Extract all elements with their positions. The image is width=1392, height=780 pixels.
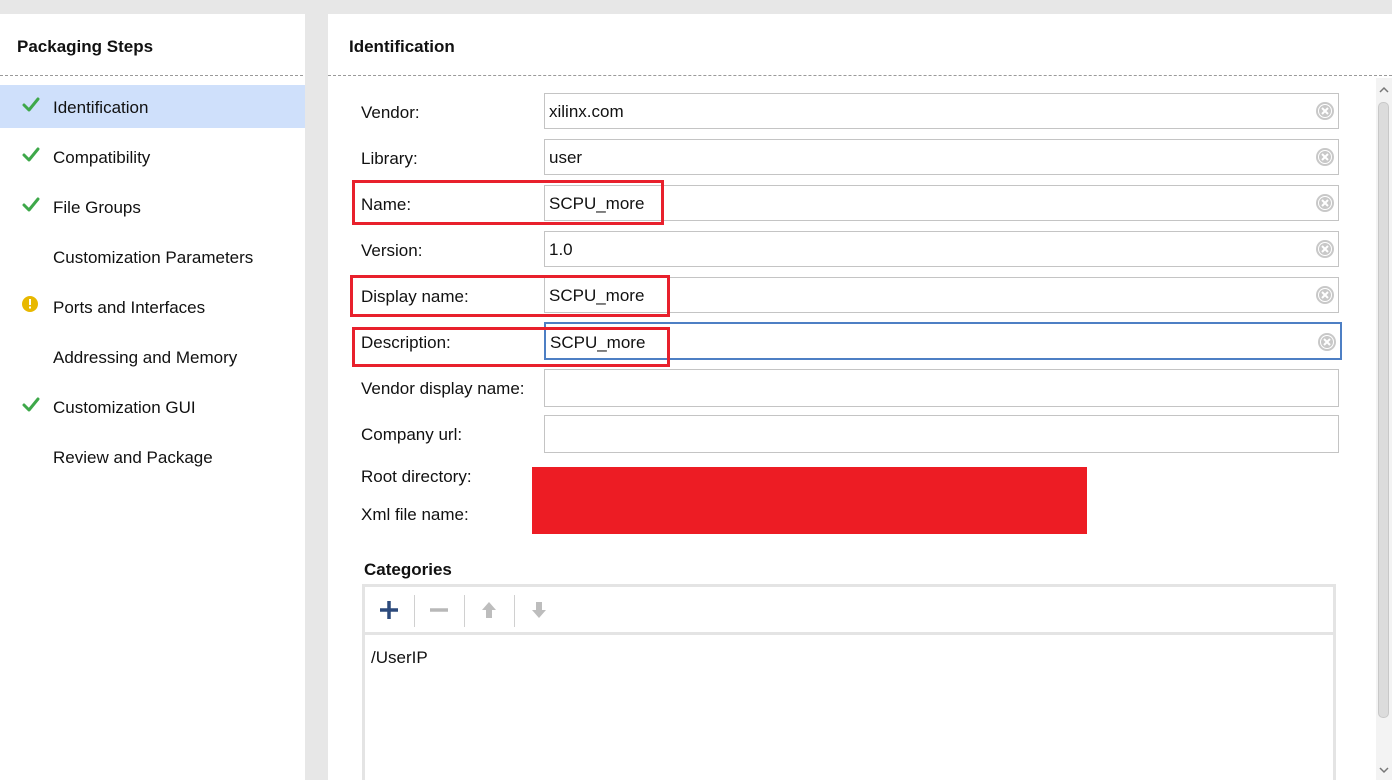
- company-url-field[interactable]: [544, 415, 1339, 453]
- check-icon: [22, 97, 40, 112]
- vendor-value: xilinx.com: [549, 102, 624, 121]
- version-label: Version:: [361, 241, 423, 260]
- step-label: Compatibility: [53, 148, 151, 167]
- root-directory-label: Root directory:: [361, 467, 472, 486]
- library-field[interactable]: user: [544, 139, 1339, 175]
- step-label: Ports and Interfaces: [53, 298, 206, 317]
- vendor-display-name-label: Vendor display name:: [361, 379, 525, 398]
- step-label: Customization Parameters: [53, 248, 254, 267]
- toolbar-separator: [414, 595, 415, 627]
- company-url-label: Company url:: [361, 425, 463, 444]
- name-highlight-box: [352, 180, 664, 225]
- vendor-display-name-field[interactable]: [544, 369, 1339, 407]
- step-review-and-package[interactable]: Review and Package: [0, 435, 305, 478]
- identification-panel: Identification Vendor: xilinx.com Librar…: [328, 14, 1392, 780]
- page-title: Identification: [349, 37, 455, 56]
- clear-circle-icon[interactable]: [1315, 147, 1335, 167]
- step-label: Identification: [53, 98, 149, 117]
- clear-circle-icon[interactable]: [1315, 239, 1335, 259]
- library-value: user: [549, 148, 583, 167]
- step-file-groups[interactable]: File Groups: [0, 185, 305, 228]
- library-label: Library:: [361, 149, 418, 168]
- step-ports-and-interfaces[interactable]: Ports and Interfaces: [0, 285, 305, 328]
- redacted-block: [532, 467, 1087, 534]
- scroll-up-icon[interactable]: [1378, 84, 1390, 96]
- step-compatibility[interactable]: Compatibility: [0, 135, 305, 178]
- categories-toolbar: [365, 587, 1333, 635]
- scrollbar-thumb[interactable]: [1378, 102, 1389, 718]
- vendor-label: Vendor:: [361, 103, 420, 122]
- arrow-up-icon[interactable]: [476, 597, 502, 623]
- xml-file-name-label: Xml file name:: [361, 505, 469, 524]
- display-name-highlight-box: [350, 275, 670, 317]
- step-label: File Groups: [53, 198, 141, 217]
- version-value: 1.0: [549, 240, 573, 259]
- vertical-scrollbar[interactable]: [1376, 78, 1392, 780]
- step-label: Addressing and Memory: [53, 348, 238, 367]
- step-customization-gui[interactable]: Customization GUI: [0, 385, 305, 428]
- list-item[interactable]: /UserIP: [371, 648, 428, 668]
- categories-title: Categories: [364, 560, 452, 579]
- check-icon: [22, 197, 40, 212]
- step-addressing-and-memory[interactable]: Addressing and Memory: [0, 335, 305, 378]
- separator: [0, 75, 303, 76]
- packaging-steps-panel: Packaging Steps Identification Compatibi…: [0, 14, 305, 780]
- warning-icon: [22, 296, 38, 312]
- clear-circle-icon[interactable]: [1315, 285, 1335, 305]
- clear-circle-icon[interactable]: [1317, 332, 1337, 352]
- step-label: Review and Package: [53, 448, 213, 467]
- toolbar-separator: [514, 595, 515, 627]
- vendor-field[interactable]: xilinx.com: [544, 93, 1339, 129]
- scroll-down-icon[interactable]: [1378, 764, 1390, 776]
- clear-circle-icon[interactable]: [1315, 193, 1335, 213]
- toolbar-separator: [464, 595, 465, 627]
- separator: [328, 75, 1392, 76]
- version-field[interactable]: 1.0: [544, 231, 1339, 267]
- step-label: Customization GUI: [53, 398, 196, 417]
- clear-circle-icon[interactable]: [1315, 101, 1335, 121]
- step-identification[interactable]: Identification: [0, 85, 305, 128]
- check-icon: [22, 397, 40, 412]
- packaging-steps-title: Packaging Steps: [17, 37, 154, 56]
- description-highlight-box: [352, 327, 670, 367]
- step-customization-parameters[interactable]: Customization Parameters: [0, 235, 305, 278]
- check-icon: [22, 147, 40, 162]
- plus-icon[interactable]: [376, 597, 402, 623]
- categories-panel: /UserIP: [362, 584, 1336, 780]
- minus-icon[interactable]: [426, 597, 452, 623]
- arrow-down-icon[interactable]: [526, 597, 552, 623]
